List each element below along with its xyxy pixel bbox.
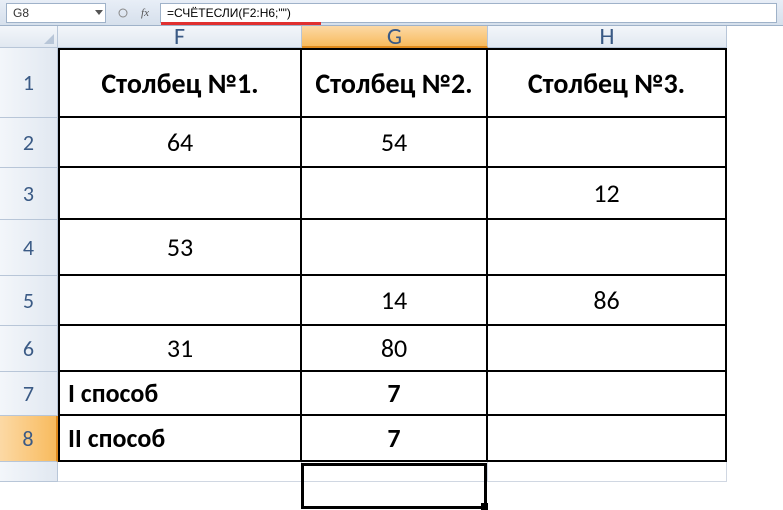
cell-H9[interactable]	[488, 462, 727, 482]
row-header-3[interactable]: 3	[0, 168, 58, 220]
row-9	[0, 462, 783, 482]
row-header-7[interactable]: 7	[0, 372, 58, 416]
cell-F9[interactable]	[58, 462, 302, 482]
cell-H3[interactable]: 12	[488, 168, 727, 220]
cell-H8[interactable]	[488, 416, 727, 462]
cell-G3[interactable]	[302, 168, 488, 220]
col-header-G-label: G	[387, 22, 402, 51]
row-2: 2 64 54	[0, 118, 783, 168]
cell-F4[interactable]: 53	[58, 220, 302, 276]
cell-F2[interactable]: 64	[58, 118, 302, 168]
cell-F1[interactable]: Столбец №1.	[58, 48, 302, 118]
rows: 1 Столбец №1. Столбец №2. Столбец №3. 2 …	[0, 48, 783, 482]
row-header-5[interactable]: 5	[0, 276, 58, 326]
row-header-2[interactable]: 2	[0, 118, 58, 168]
cell-G8[interactable]: 7	[302, 416, 488, 462]
formula-controls: fx	[112, 3, 156, 23]
cell-G4[interactable]	[302, 220, 488, 276]
row-header-1[interactable]: 1	[0, 48, 58, 118]
row-5: 5 14 86	[0, 276, 783, 326]
row-header-4[interactable]: 4	[0, 220, 58, 276]
row-header-9[interactable]	[0, 462, 58, 482]
row-1: 1 Столбец №1. Столбец №2. Столбец №3.	[0, 48, 783, 118]
cell-G9[interactable]	[302, 462, 488, 482]
spreadsheet-grid: F G H 1 Столбец №1. Столбец №2. Столбец …	[0, 26, 783, 482]
cell-F5[interactable]	[58, 276, 302, 326]
cell-G5[interactable]: 14	[302, 276, 488, 326]
cell-H7[interactable]	[488, 372, 727, 416]
cell-H1[interactable]: Столбец №3.	[488, 48, 727, 118]
fx-label: fx	[141, 7, 149, 19]
cell-F8[interactable]: II способ	[58, 416, 302, 462]
cell-H5[interactable]: 86	[488, 276, 727, 326]
name-box-value: G8	[13, 6, 29, 20]
cell-H6[interactable]	[488, 326, 727, 372]
row-header-8[interactable]: 8	[0, 416, 58, 462]
cell-G6[interactable]: 80	[302, 326, 488, 372]
cell-F6[interactable]: 31	[58, 326, 302, 372]
select-all-corner[interactable]	[0, 26, 58, 48]
col-header-F[interactable]: F	[58, 26, 302, 48]
formula-text: =СЧЁТЕСЛИ(F2:H6;"")	[167, 6, 291, 20]
cell-F3[interactable]	[58, 168, 302, 220]
column-headers: F G H	[0, 26, 783, 48]
name-box-dropdown-icon[interactable]	[95, 10, 103, 15]
cancel-formula-icon[interactable]	[112, 3, 134, 23]
row-6: 6 31 80	[0, 326, 783, 372]
cell-H2[interactable]	[488, 118, 727, 168]
col-header-G[interactable]: G	[302, 26, 488, 48]
cell-F7[interactable]: I способ	[58, 372, 302, 416]
row-8: 8 II способ 7	[0, 416, 783, 462]
row-7: 7 I способ 7	[0, 372, 783, 416]
cell-G1[interactable]: Столбец №2.	[302, 48, 488, 118]
col-header-H[interactable]: H	[488, 26, 727, 48]
cell-G2[interactable]: 54	[302, 118, 488, 168]
fx-icon[interactable]: fx	[134, 3, 156, 23]
formula-input[interactable]: =СЧЁТЕСЛИ(F2:H6;"")	[160, 3, 777, 23]
col-header-H-label: H	[600, 22, 615, 51]
cell-H4[interactable]	[488, 220, 727, 276]
row-header-6[interactable]: 6	[0, 326, 58, 372]
row-3: 3 12	[0, 168, 783, 220]
cell-G7[interactable]: 7	[302, 372, 488, 416]
name-box[interactable]: G8	[6, 3, 106, 23]
row-4: 4 53	[0, 220, 783, 276]
col-header-F-label: F	[174, 22, 185, 51]
